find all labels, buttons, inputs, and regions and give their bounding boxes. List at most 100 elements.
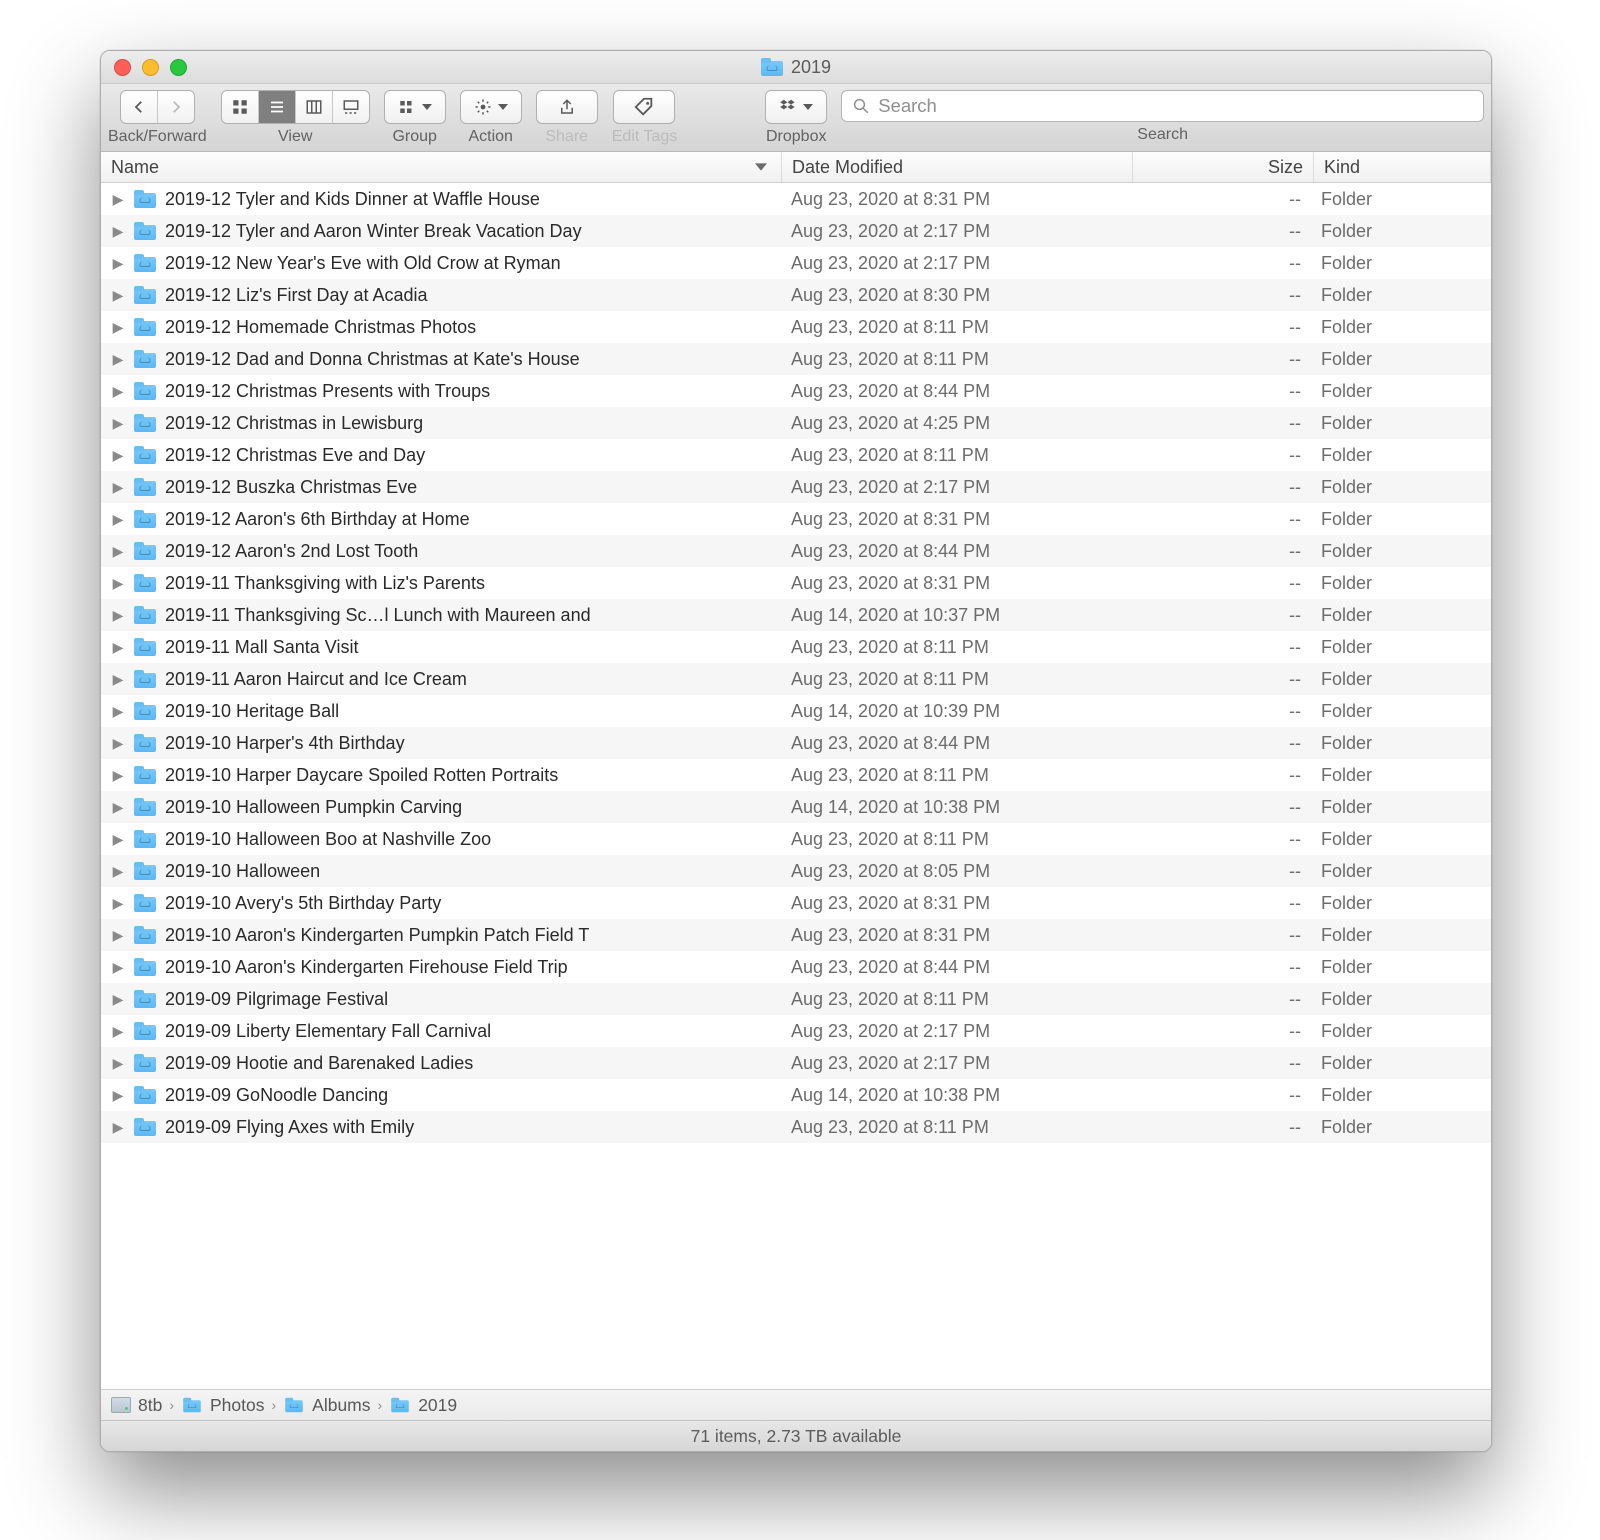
item-name: 2019-11 Thanksgiving with Liz's Parents [165, 573, 485, 594]
table-row[interactable]: ▶2019-12 Liz's First Day at AcadiaAug 23… [101, 279, 1491, 311]
window-title-text: 2019 [791, 57, 831, 78]
disclosure-triangle-icon[interactable]: ▶ [111, 607, 125, 624]
group-button[interactable] [384, 90, 446, 124]
table-row[interactable]: ▶2019-10 Avery's 5th Birthday PartyAug 2… [101, 887, 1491, 919]
table-row[interactable]: ▶2019-12 Tyler and Aaron Winter Break Va… [101, 215, 1491, 247]
table-row[interactable]: ▶2019-09 GoNoodle DancingAug 14, 2020 at… [101, 1079, 1491, 1111]
item-kind: Folder [1311, 221, 1491, 242]
disclosure-triangle-icon[interactable]: ▶ [111, 415, 125, 432]
table-row[interactable]: ▶2019-10 Heritage BallAug 14, 2020 at 10… [101, 695, 1491, 727]
table-row[interactable]: ▶2019-09 Pilgrimage FestivalAug 23, 2020… [101, 983, 1491, 1015]
file-list[interactable]: ▶2019-12 Tyler and Kids Dinner at Waffle… [101, 183, 1491, 1389]
disclosure-triangle-icon[interactable]: ▶ [111, 447, 125, 464]
item-date: Aug 23, 2020 at 8:11 PM [781, 989, 1131, 1010]
table-row[interactable]: ▶2019-12 Tyler and Kids Dinner at Waffle… [101, 183, 1491, 215]
disclosure-triangle-icon[interactable]: ▶ [111, 479, 125, 496]
breadcrumb[interactable]: 2019 [389, 1395, 457, 1416]
column-kind[interactable]: Kind [1314, 152, 1491, 182]
finder-window: 2019 Back/Forward [100, 50, 1492, 1452]
table-row[interactable]: ▶2019-11 Aaron Haircut and Ice CreamAug … [101, 663, 1491, 695]
action-button[interactable] [460, 90, 522, 124]
disclosure-triangle-icon[interactable]: ▶ [111, 255, 125, 272]
breadcrumb[interactable]: Photos [181, 1395, 264, 1416]
folder-icon [134, 894, 156, 912]
item-name: 2019-10 Aaron's Kindergarten Firehouse F… [165, 957, 568, 978]
dropbox-label: Dropbox [766, 128, 826, 146]
disclosure-triangle-icon[interactable]: ▶ [111, 511, 125, 528]
disclosure-triangle-icon[interactable]: ▶ [111, 863, 125, 880]
table-row[interactable]: ▶2019-10 Halloween Pumpkin CarvingAug 14… [101, 791, 1491, 823]
disclosure-triangle-icon[interactable]: ▶ [111, 895, 125, 912]
table-row[interactable]: ▶ 2019-10 Aaron's Kindergarten Firehouse … [101, 951, 1491, 983]
forward-button[interactable] [158, 91, 194, 123]
group-group: Group [384, 90, 446, 151]
table-row[interactable]: ▶2019-12 Homemade Christmas PhotosAug 23… [101, 311, 1491, 343]
disclosure-triangle-icon[interactable]: ▶ [111, 959, 125, 976]
table-row[interactable]: ▶2019-12 Christmas Eve and DayAug 23, 20… [101, 439, 1491, 471]
disclosure-triangle-icon[interactable]: ▶ [111, 383, 125, 400]
item-date: Aug 23, 2020 at 8:11 PM [781, 349, 1131, 370]
disclosure-triangle-icon[interactable]: ▶ [111, 1055, 125, 1072]
edit-tags-button[interactable] [613, 90, 675, 124]
disclosure-triangle-icon[interactable]: ▶ [111, 191, 125, 208]
table-row[interactable]: ▶2019-10 Aaron's Kindergarten Pumpkin Pa… [101, 919, 1491, 951]
disclosure-triangle-icon[interactable]: ▶ [111, 799, 125, 816]
table-row[interactable]: ▶2019-11 Mall Santa VisitAug 23, 2020 at… [101, 631, 1491, 663]
table-row[interactable]: ▶2019-10 Halloween Boo at Nashville ZooA… [101, 823, 1491, 855]
table-row[interactable]: ▶2019-10 HalloweenAug 23, 2020 at 8:05 P… [101, 855, 1491, 887]
table-row[interactable]: ▶2019-10 Harper Daycare Spoiled Rotten P… [101, 759, 1491, 791]
disclosure-triangle-icon[interactable]: ▶ [111, 319, 125, 336]
table-row[interactable]: ▶ 2019-11 Thanksgiving with Liz's Parents… [101, 567, 1491, 599]
table-row[interactable]: ▶2019-12 Aaron's 6th Birthday at HomeAug… [101, 503, 1491, 535]
column-size[interactable]: Size [1133, 152, 1314, 182]
table-row[interactable]: ▶2019-12 New Year's Eve with Old Crow at… [101, 247, 1491, 279]
table-row[interactable]: ▶2019-12 Buszka Christmas EveAug 23, 202… [101, 471, 1491, 503]
table-row[interactable]: ▶2019-12 Christmas in LewisburgAug 23, 2… [101, 407, 1491, 439]
back-button[interactable] [121, 91, 158, 123]
item-name: 2019-09 Liberty Elementary Fall Carnival [165, 1021, 491, 1042]
disclosure-triangle-icon[interactable]: ▶ [111, 1119, 125, 1136]
disclosure-triangle-icon[interactable]: ▶ [111, 735, 125, 752]
view-icons-button[interactable] [222, 91, 259, 123]
table-row[interactable]: ▶2019-12 Christmas Presents with TroupsA… [101, 375, 1491, 407]
share-button[interactable] [536, 90, 598, 124]
item-name: 2019-12 Dad and Donna Christmas at Kate'… [165, 349, 580, 370]
column-date-modified[interactable]: Date Modified [782, 152, 1133, 182]
view-gallery-button[interactable] [333, 91, 369, 123]
table-row[interactable]: ▶ 2019-12 Dad and Donna Christmas at Kate… [101, 343, 1491, 375]
column-name[interactable]: Name [101, 152, 782, 182]
table-row[interactable]: ▶2019-09 Hootie and Barenaked LadiesAug … [101, 1047, 1491, 1079]
disclosure-triangle-icon[interactable]: ▶ [111, 703, 125, 720]
search-placeholder: Search [878, 95, 937, 117]
disclosure-triangle-icon[interactable]: ▶ [111, 639, 125, 656]
disclosure-triangle-icon[interactable]: ▶ [111, 223, 125, 240]
disclosure-triangle-icon[interactable]: ▶ [111, 671, 125, 688]
disclosure-triangle-icon[interactable]: ▶ [111, 991, 125, 1008]
view-columns-button[interactable] [296, 91, 333, 123]
disclosure-triangle-icon[interactable]: ▶ [111, 1023, 125, 1040]
item-size: -- [1131, 861, 1311, 882]
view-group: View [221, 90, 370, 151]
table-row[interactable]: ▶2019-12 Aaron's 2nd Lost ToothAug 23, 2… [101, 535, 1491, 567]
breadcrumb[interactable]: 8tb [111, 1395, 162, 1416]
dropbox-button[interactable] [765, 90, 827, 124]
table-row[interactable]: ▶2019-11 Thanksgiving Sc…l Lunch with Ma… [101, 599, 1491, 631]
table-row[interactable]: ▶2019-10 Harper's 4th BirthdayAug 23, 20… [101, 727, 1491, 759]
disclosure-triangle-icon[interactable]: ▶ [111, 543, 125, 560]
disclosure-triangle-icon[interactable]: ▶ [111, 575, 125, 592]
item-size: -- [1131, 221, 1311, 242]
disclosure-triangle-icon[interactable]: ▶ [111, 927, 125, 944]
item-size: -- [1131, 669, 1311, 690]
view-list-button[interactable] [259, 91, 296, 123]
disclosure-triangle-icon[interactable]: ▶ [111, 287, 125, 304]
table-row[interactable]: ▶2019-09 Flying Axes with EmilyAug 23, 2… [101, 1111, 1491, 1143]
item-date: Aug 23, 2020 at 8:44 PM [781, 733, 1131, 754]
table-row[interactable]: ▶ 2019-09 Liberty Elementary Fall Carniva… [101, 1015, 1491, 1047]
disclosure-triangle-icon[interactable]: ▶ [111, 1087, 125, 1104]
disclosure-triangle-icon[interactable]: ▶ [111, 831, 125, 848]
disclosure-triangle-icon[interactable]: ▶ [111, 351, 125, 368]
breadcrumb[interactable]: Albums [283, 1395, 370, 1416]
item-size: -- [1131, 253, 1311, 274]
search-input[interactable]: Search [841, 90, 1484, 122]
disclosure-triangle-icon[interactable]: ▶ [111, 767, 125, 784]
